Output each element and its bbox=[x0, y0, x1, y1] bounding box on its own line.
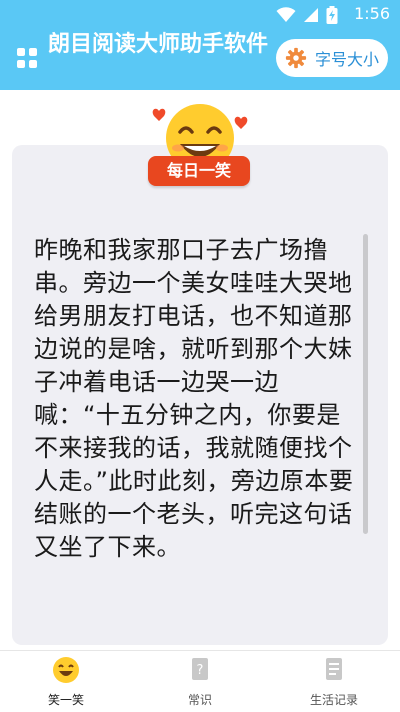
smile-face-icon bbox=[53, 657, 79, 683]
nav-label-shenghuojilu: 生活记录 bbox=[309, 693, 358, 707]
bottom-nav: 笑一笑 ? 常识 生活记录 bbox=[0, 650, 400, 712]
nav-item-xiaoyixiao[interactable]: 笑一笑 bbox=[16, 655, 116, 708]
question-note-icon: ? bbox=[192, 658, 208, 680]
nav-item-changshi[interactable]: ? 常识 bbox=[150, 655, 250, 708]
header: 朗目阅读大师助手软件 字号大小 bbox=[0, 28, 400, 90]
daily-joke-badge: 每日一笑 bbox=[148, 156, 250, 186]
nav-label-xiaoyixiao: 笑一笑 bbox=[47, 693, 84, 707]
battery-charging-icon bbox=[326, 6, 338, 24]
scrollbar[interactable] bbox=[363, 234, 368, 534]
nav-label-changshi: 常识 bbox=[187, 693, 212, 707]
font-size-button-label: 字号大小 bbox=[315, 50, 380, 69]
font-size-button[interactable]: 字号大小 bbox=[276, 39, 388, 77]
grid-menu-icon[interactable] bbox=[16, 47, 38, 69]
joke-text: 昨晚和我家那口子去广场撸串。旁边一个美女哇哇大哭地给男朋友打电话，也不知道那边说… bbox=[34, 236, 354, 561]
notes-icon bbox=[326, 658, 342, 680]
status-icons bbox=[276, 6, 338, 24]
signal-icon bbox=[304, 8, 318, 22]
status-time: 1:56 bbox=[354, 4, 390, 23]
app-header-bar: 1:56 朗目阅读大师助手软件 字号大小 bbox=[0, 0, 400, 90]
heart-left-icon bbox=[152, 108, 166, 121]
wifi-icon bbox=[276, 7, 296, 22]
nav-item-shenghuojilu[interactable]: 生活记录 bbox=[284, 655, 384, 708]
heart-right-icon bbox=[234, 116, 248, 129]
svg-text:?: ? bbox=[197, 663, 204, 678]
gear-icon bbox=[285, 47, 307, 69]
status-bar: 1:56 bbox=[0, 0, 400, 28]
page-title: 朗目阅读大师助手软件 bbox=[48, 32, 269, 57]
